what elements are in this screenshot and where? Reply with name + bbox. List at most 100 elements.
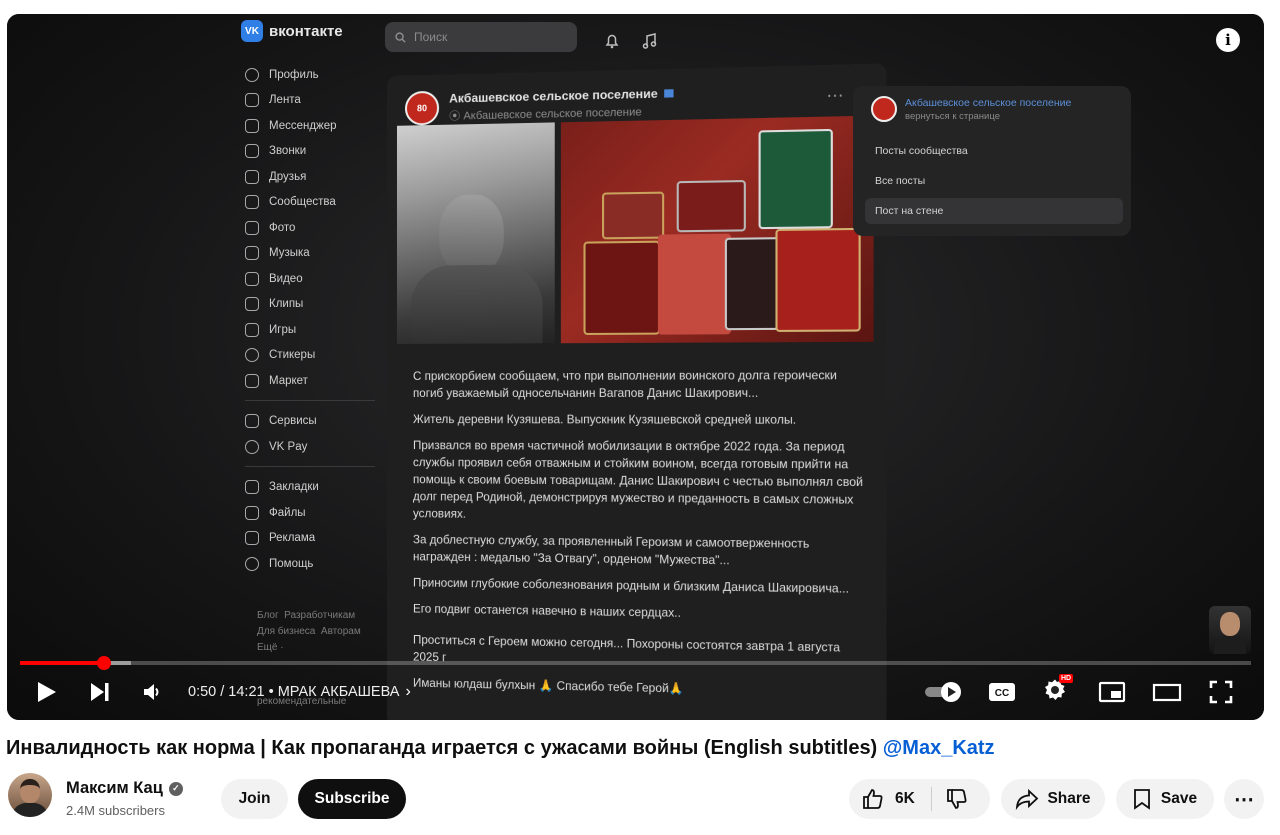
channel-avatar[interactable] [8, 773, 52, 817]
progress-bar[interactable] [20, 656, 1251, 670]
vk-nav-item: Клипы [245, 292, 385, 318]
captions-button[interactable]: CC [988, 674, 1016, 710]
like-button[interactable]: 6K [861, 787, 915, 811]
verified-icon: ✓ [168, 781, 183, 796]
miniplayer-icon [1098, 681, 1126, 703]
vk-nav-item: Звонки [245, 139, 385, 165]
vk-logo-icon: VK [241, 20, 263, 42]
played-bar [20, 661, 104, 665]
subscribe-button[interactable]: Subscribe [298, 779, 406, 819]
bookmark-icon [245, 480, 259, 495]
captions-icon: CC [989, 683, 1015, 701]
vk-left-nav: Профиль Лента Мессенджер Звонки Друзья Сообще… [245, 62, 385, 577]
chapter-chevron-icon[interactable]: › [405, 683, 410, 701]
vk-nav-item: Видео [245, 266, 385, 292]
award-box [583, 240, 661, 336]
bookmark-icon [1133, 789, 1150, 810]
play-button[interactable] [37, 674, 57, 710]
soldier-body [410, 264, 543, 344]
gamepad-icon [245, 322, 259, 337]
vk-nav-item: Реклама [245, 526, 385, 552]
channel-name[interactable]: Максим Кац ✓ [66, 779, 183, 798]
scrubber-handle[interactable] [96, 656, 111, 670]
subscriber-count: 2.4M subscribers [66, 803, 165, 818]
vkpay-icon [245, 439, 259, 454]
fullscreen-button[interactable] [1209, 674, 1233, 710]
share-icon [1016, 788, 1039, 810]
share-button[interactable]: Share [1001, 779, 1105, 819]
vk-nav-item: Стикеры [245, 343, 385, 369]
post-paragraph: С прискорбием сообщаем, что при выполнен… [412, 368, 837, 400]
vk-nav-item: Закладки [245, 475, 385, 501]
time-text: 0:50 / 14:21 [188, 684, 265, 700]
chapter-title[interactable]: • МРАК АКБАШЕВА [269, 684, 400, 700]
video-title-channel-link[interactable]: @Max_Katz [883, 737, 995, 759]
miniplayer-button[interactable] [1098, 674, 1126, 710]
side-item-all-posts: Все посты [875, 175, 926, 187]
like-dislike-group: 6K [849, 779, 990, 819]
side-panel-header: Акбашевское сельское поселение вернуться… [871, 96, 1071, 122]
award-box [657, 233, 732, 335]
vk-brand: вконтакте [269, 22, 343, 40]
save-button[interactable]: Save [1116, 779, 1214, 819]
join-button[interactable]: Join [221, 779, 288, 819]
vk-side-panel: Акбашевское сельское поселение вернуться… [853, 86, 1131, 236]
award-box [775, 227, 861, 332]
vk-nav-label: VK Pay [269, 440, 308, 453]
volume-icon [144, 684, 159, 700]
presenter-head [1220, 612, 1240, 636]
vk-nav-item: Сообщества [245, 190, 385, 216]
phone-icon [245, 144, 259, 159]
fullscreen-icon [1209, 680, 1233, 704]
vk-nav-label: Друзья [269, 170, 307, 183]
nav-divider [245, 399, 375, 401]
sticker-icon [245, 348, 259, 363]
post-body: С прискорбием сообщаем, что при выполнен… [413, 367, 869, 711]
post-header: 80 Акбашевское сельское поселение ⦿ Акба… [404, 85, 674, 126]
bell-icon [605, 34, 619, 49]
side-item-community-posts: Посты сообщества [875, 145, 968, 157]
file-icon [245, 505, 259, 520]
volume-button[interactable] [142, 674, 162, 710]
friends-icon [245, 169, 259, 184]
side-back-link: вернуться к странице [905, 110, 1000, 122]
vk-nav-label: Реклама [269, 532, 316, 545]
video-player[interactable]: VK вконтакте Поиск Профиль Лента Мессендже… [7, 14, 1264, 720]
next-button[interactable] [90, 674, 110, 710]
post-paragraph: Призвался во время частичной мобилизации… [412, 439, 864, 521]
video-title-text: Инвалидность как норма | Как пропаганда … [6, 737, 878, 759]
info-icon[interactable]: i [1216, 28, 1240, 52]
post-paragraph: Иманы юлдаш булхын 🙏 Спасибо тебе Герой🙏 [412, 676, 684, 696]
side-item-wall-post: Пост на стене [865, 198, 1123, 224]
settings-button[interactable]: HD [1043, 673, 1074, 710]
vk-header: VK вконтакте [241, 20, 343, 42]
vk-nav-label: Файлы [269, 506, 306, 519]
vk-nav-item: Сервисы [245, 409, 385, 435]
channel-name-text[interactable]: Максим Кац [66, 779, 163, 798]
autoplay-toggle[interactable] [924, 674, 964, 710]
avatar-head [20, 779, 40, 803]
vk-nav-item: Игры [245, 317, 385, 343]
presenter-thumbnail [1209, 606, 1251, 654]
post-paragraph: За доблестную службу, за проявленный Гер… [412, 533, 810, 568]
post-paragraph: Приносим глубокие соболезнования родным … [412, 576, 850, 596]
video-icon [245, 271, 259, 286]
vk-nav-label: Сервисы [269, 415, 317, 428]
communities-icon [245, 195, 259, 210]
feed-icon [245, 93, 259, 108]
vk-search-box: Поиск [385, 22, 577, 52]
post-paragraph: Житель деревни Кузяшева. Выпускник Кузяш… [412, 413, 797, 427]
vk-nav-item: Помощь [245, 551, 385, 577]
svg-text:CC: CC [995, 688, 1009, 699]
vk-nav-label: Профиль [269, 68, 319, 81]
vk-nav-label: Сообщества [269, 196, 336, 209]
post-more-icon: ⋯ [826, 87, 844, 106]
dislike-button[interactable] [945, 787, 969, 816]
vk-nav-label: Музыка [269, 247, 310, 260]
vk-nav-item: Профиль [245, 62, 385, 88]
theater-icon [1152, 683, 1182, 702]
more-actions-button[interactable]: ⋯ [1224, 779, 1264, 819]
play-icon [38, 682, 56, 702]
vk-nav-item: Лента [245, 88, 385, 114]
theater-mode-button[interactable] [1152, 674, 1182, 710]
